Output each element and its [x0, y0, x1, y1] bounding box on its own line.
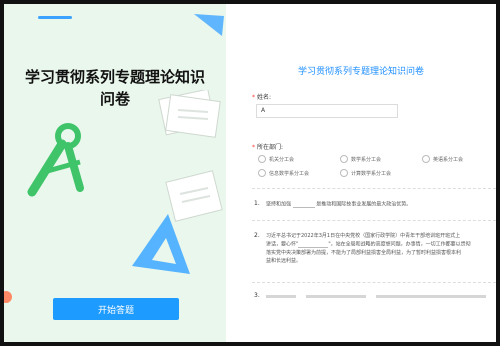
question-2-line4: 落实党中央决策部署为前提，不能为了局部利益损害全局利益，为了暂时利益损害根本利 — [266, 249, 462, 256]
active-tab-indicator — [38, 16, 72, 19]
triangle-ruler-large-icon — [132, 214, 190, 274]
question-1-blank[interactable] — [292, 200, 315, 208]
required-mark: * — [252, 94, 255, 101]
question-3-text-blurred — [266, 295, 486, 298]
dept-option-label: 机关分工会 — [269, 156, 295, 163]
dept-option-3[interactable]: 英语系分工会 — [422, 155, 463, 163]
question-1-text: 坚持和加强 是推动和国际技事业发展的最大政治优势。 — [266, 200, 492, 209]
required-mark-2: * — [252, 144, 255, 151]
radio-icon — [340, 169, 348, 177]
cover-panel: 学习贯彻系列专题理论知识 问卷 开始答题 — [4, 4, 226, 342]
question-1-post: 是推动和国际技事业发展的最大政治优势。 — [316, 201, 412, 208]
dept-option-label: 英语系分工会 — [433, 156, 464, 163]
dept-option-5[interactable]: 计算数学系分工会 — [340, 169, 391, 177]
radio-icon — [340, 155, 348, 163]
dept-option-1[interactable]: 机关分工会 — [258, 155, 294, 163]
question-2-line2: 讲话，要心怀" — [266, 241, 299, 248]
start-button[interactable]: 开始答题 — [53, 298, 179, 320]
name-label-text: 姓名: — [257, 94, 272, 101]
name-input[interactable]: A — [256, 104, 398, 118]
question-2-number: 2. — [254, 232, 260, 239]
decor-dot — [4, 291, 12, 303]
dept-label: * 所在部门: — [252, 142, 283, 151]
question-2-line1: 习近平总书记于2022年3月1日在中央党校（国家行政学院）中青年干部培训班开班式… — [266, 233, 461, 239]
name-label: * 姓名: — [252, 92, 271, 101]
question-2-line2-row: 讲话，要心怀" "，站在全局和战略的高度想问题，办事情，一切工作都要以贯彻 — [266, 240, 494, 249]
radio-icon — [258, 155, 266, 163]
question-2-line3: "，站在全局和战略的高度想问题，办事情，一切工作都要以贯彻 — [328, 241, 471, 248]
radio-icon — [258, 169, 266, 177]
triangle-ruler-icon — [194, 14, 224, 36]
dept-option-2[interactable]: 数学系分工会 — [340, 155, 381, 163]
divider-2 — [252, 220, 496, 221]
dept-option-label: 信息数学系分工会 — [269, 170, 310, 177]
dept-option-label: 计算数学系分工会 — [351, 170, 392, 177]
question-3-number: 3. — [254, 292, 260, 299]
divider — [252, 188, 496, 189]
dept-label-text: 所在部门: — [257, 144, 284, 151]
question-2-text: 习近平总书记于2022年3月1日在中央党校（国家行政学院）中青年干部培训班开班式… — [266, 232, 494, 265]
form-panel: 学习贯彻系列专题理论知识问卷 * 姓名: A * 所在部门: 机关分工会 数学系分工… — [226, 4, 496, 342]
question-2-blank[interactable] — [298, 240, 329, 248]
question-1-pre: 坚持和加强 — [266, 201, 292, 208]
divider-3 — [252, 282, 496, 283]
name-input-value: A — [261, 107, 266, 114]
cover-title-line2: 问卷 — [99, 90, 130, 108]
compass-icon — [27, 123, 84, 197]
app-frame: 学习贯彻系列专题理论知识 问卷 开始答题 学习贯彻系列专题理论知识问卷 * 姓名:… — [4, 4, 496, 342]
cover-title-line1: 学习贯彻系列专题理论知识 — [24, 68, 205, 86]
question-1-number: 1. — [254, 200, 260, 207]
cover-title: 学习贯彻系列专题理论知识 问卷 — [16, 66, 214, 110]
radio-icon — [422, 155, 430, 163]
dept-option-label: 数学系分工会 — [351, 156, 382, 163]
dept-option-4[interactable]: 信息数学系分工会 — [258, 169, 309, 177]
question-2-line5: 益和长远利益。 — [266, 257, 302, 264]
form-title: 学习贯彻系列专题理论知识问卷 — [297, 67, 424, 77]
